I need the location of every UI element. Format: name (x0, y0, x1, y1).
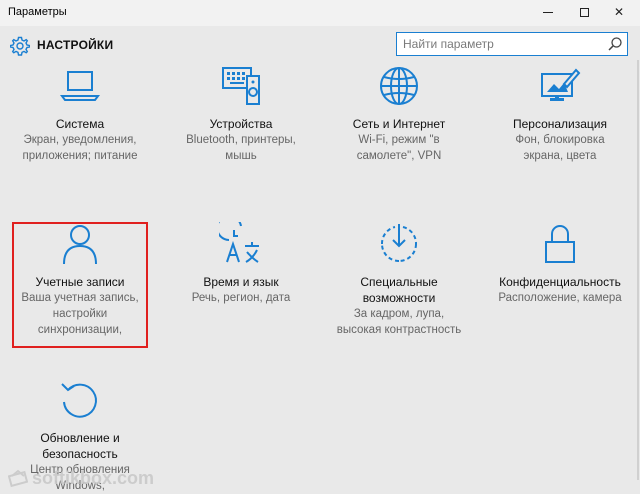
watermark-logo-icon (8, 469, 28, 488)
tile-label: Конфиденциальность (499, 275, 621, 289)
minimize-icon (543, 11, 553, 13)
laptop-icon (60, 71, 100, 101)
tile-label: Учетные записи (35, 275, 125, 289)
tile-description: Речь, регион, дата (191, 292, 291, 304)
search-input[interactable] (397, 33, 597, 55)
lock-icon (545, 225, 575, 263)
tile-label: Обновление и безопасность (40, 431, 120, 461)
tile-label: Система (55, 117, 105, 131)
watermark: softikbox.com (8, 466, 154, 490)
scrollbar[interactable] (632, 60, 640, 480)
update-icon (61, 383, 97, 418)
tile-accounts[interactable]: Учетные записи Ваша учетная запись, настр… (5, 222, 155, 338)
gear-icon (10, 36, 30, 56)
tile-description: Wi-Fi, режим "в самолете", VPN (356, 134, 442, 162)
tile-description: За кадром, лупа, высокая контрастность (336, 308, 462, 336)
personalization-icon (541, 68, 581, 101)
tile-description: Bluetooth, принтеры, мышь (186, 134, 296, 162)
tile-label: Устройства (209, 117, 273, 131)
tile-system[interactable]: Система Экран, уведомления, приложения; п… (5, 64, 155, 164)
devices-icon (222, 67, 260, 105)
close-button[interactable]: ✕ (603, 0, 635, 24)
tile-time-language[interactable]: Время и язык Речь, регион, дата (166, 222, 316, 306)
globe-icon (380, 67, 418, 105)
tile-label: Специальные возможности (360, 275, 438, 305)
tile-devices[interactable]: Устройства Bluetooth, принтеры, мышь (166, 64, 316, 164)
tile-description: Фон, блокировка экрана, цвета (515, 134, 605, 162)
accessibility-icon (380, 224, 418, 262)
watermark-text: softikbox.com (32, 467, 155, 488)
tile-privacy[interactable]: Конфиденциальность Расположение, камера (485, 222, 635, 306)
maximize-button[interactable] (568, 0, 600, 24)
close-icon: ✕ (613, 5, 625, 19)
person-icon (63, 225, 97, 265)
tile-accessibility[interactable]: Специальные возможности За кадром, лупа, в… (324, 222, 474, 338)
minimize-button[interactable] (532, 0, 564, 24)
tile-description: Расположение, камера (498, 292, 622, 304)
tile-personalization[interactable]: Персонализация Фон, блокировка экрана, цв… (485, 64, 635, 164)
tile-label: Сеть и Интернет (352, 117, 446, 131)
title-bar: Параметры ✕ (0, 0, 640, 26)
maximize-icon (579, 7, 589, 17)
tile-description: Экран, уведомления, приложения; питание (22, 134, 138, 162)
tile-label: Время и язык (203, 275, 279, 289)
tile-network[interactable]: Сеть и Интернет Wi-Fi, режим "в самолете"… (324, 64, 474, 164)
window-title: Параметры (8, 6, 67, 18)
tile-label: Персонализация (512, 117, 608, 131)
time-language-icon (219, 222, 259, 263)
search-field[interactable] (396, 32, 628, 56)
tile-description: Ваша учетная запись, настройки синхронизац… (21, 292, 139, 336)
page-title: НАСТРОЙКИ (37, 38, 114, 52)
search-icon[interactable] (607, 36, 623, 52)
